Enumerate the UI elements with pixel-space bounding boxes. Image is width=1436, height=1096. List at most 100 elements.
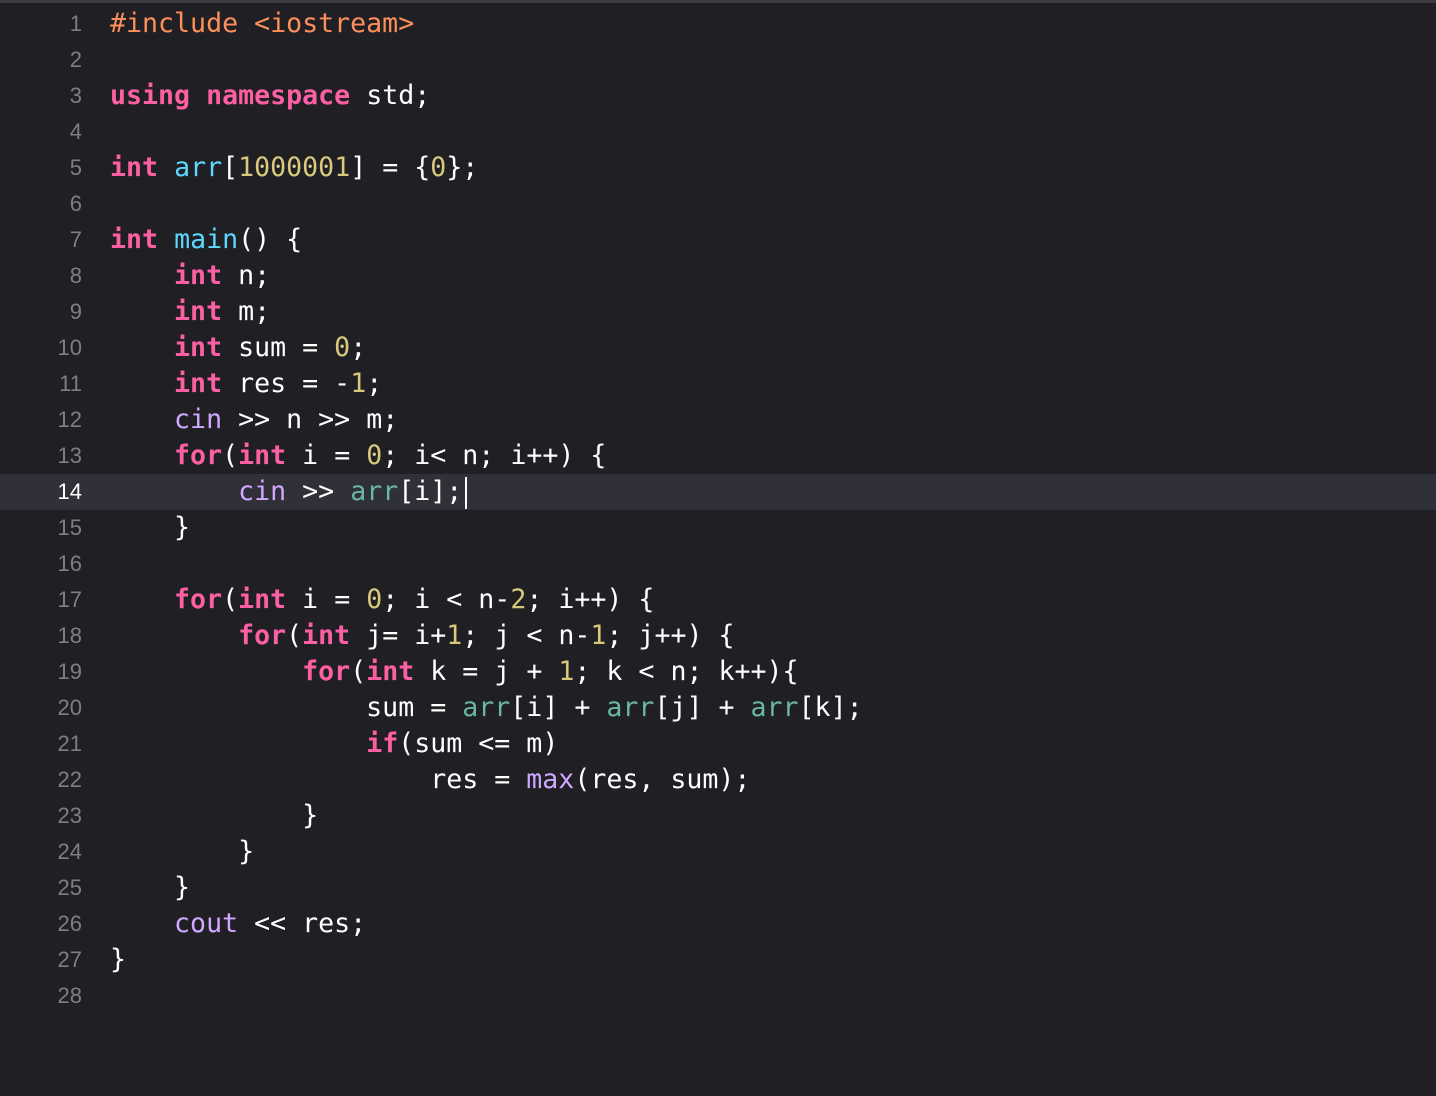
code-text[interactable]: int n; [110,258,270,294]
line-number: 4 [69,119,82,144]
code-line[interactable]: 19 for(int k = j + 1; k < n; k++){ [0,654,1436,690]
code-token: int [366,656,415,687]
code-text[interactable]: if(sum <= m) [110,726,558,762]
code-line[interactable]: 6 [0,186,1436,222]
code-text[interactable]: cin >> arr[i]; [110,474,468,510]
code-text[interactable]: int sum = 0; [110,330,366,366]
code-text[interactable]: } [110,942,126,978]
line-number: 2 [69,47,82,72]
code-text[interactable]: for(int i = 0; i < n-2; i++) { [110,582,654,618]
code-line[interactable]: 27} [0,942,1436,978]
code-token: (sum <= m) [398,728,559,759]
code-token: int [174,296,223,327]
code-token: int [110,224,159,255]
code-line[interactable]: 10 int sum = 0; [0,330,1436,366]
code-token: main [174,224,239,255]
code-line[interactable]: 21 if(sum <= m) [0,726,1436,762]
code-text[interactable]: for(int j= i+1; j < n-1; j++) { [110,618,734,654]
code-token: namespace [206,80,351,111]
code-text[interactable]: cin >> n >> m; [110,402,398,438]
code-token: [i] + [510,692,607,723]
code-token: k = j + [414,656,559,687]
line-number: 8 [69,263,82,288]
code-text[interactable]: #include <iostream> [110,6,414,42]
code-text[interactable]: using namespace std; [110,78,430,114]
code-text[interactable]: int arr[1000001] = {0}; [110,150,478,186]
code-token: res = - [222,368,351,399]
code-token: 1000001 [238,152,351,183]
code-token: int [302,620,351,651]
code-line[interactable]: 23 } [0,798,1436,834]
code-line-current[interactable]: 14 cin >> arr[i]; [0,474,1436,510]
code-text[interactable]: } [110,798,318,834]
line-number: 26 [57,911,82,936]
code-text[interactable]: int m; [110,294,270,330]
code-line[interactable]: 26 cout << res; [0,906,1436,942]
code-line[interactable]: 15 } [0,510,1436,546]
code-token: >> [286,476,351,507]
code-token: sum = [110,692,463,723]
code-token: int [174,260,223,291]
code-text[interactable]: res = max(res, sum); [110,762,750,798]
code-token: sum = [222,332,335,363]
code-token: ; i++) { [526,584,655,615]
line-number: 12 [57,407,82,432]
code-line[interactable]: 7 int main() { [0,222,1436,258]
code-token: int [238,584,287,615]
code-line[interactable]: 4 [0,114,1436,150]
code-token: }; [446,152,479,183]
code-token: [ [222,152,239,183]
code-token: arr [606,692,655,723]
code-token: 1 [446,620,463,651]
code-text[interactable]: int res = -1; [110,366,382,402]
code-line[interactable]: 3 using namespace std; [0,78,1436,114]
code-token: ; i < n- [382,584,511,615]
code-token: ; j < n- [462,620,591,651]
code-line[interactable]: 28 [0,978,1436,1014]
code-line[interactable]: 2 [0,42,1436,78]
code-line[interactable]: 11 int res = -1; [0,366,1436,402]
code-token: cin [174,404,223,435]
code-text[interactable]: } [110,834,254,870]
code-text[interactable]: } [110,510,190,546]
code-line[interactable]: 16 [0,546,1436,582]
code-token: } [110,872,191,903]
code-line[interactable]: 20 sum = arr[i] + arr[j] + arr[k]; [0,690,1436,726]
code-token: } [110,512,191,543]
code-line[interactable]: 17 for(int i = 0; i < n-2; i++) { [0,582,1436,618]
line-number: 27 [57,947,82,972]
code-editor[interactable]: 1 #include <iostream> 2 3 using namespace st… [0,0,1436,1096]
code-text[interactable]: for(int i = 0; i< n; i++) { [110,438,606,474]
code-text[interactable]: cout << res; [110,906,366,942]
code-token: ( [222,584,239,615]
code-line[interactable]: 18 for(int j= i+1; j < n-1; j++) { [0,618,1436,654]
code-line[interactable]: 1 #include <iostream> [0,6,1436,42]
code-line[interactable]: 9 int m; [0,294,1436,330]
code-line[interactable]: 5 int arr[1000001] = {0}; [0,150,1436,186]
code-token: } [110,800,319,831]
line-number: 28 [57,983,82,1008]
code-line[interactable]: 25 } [0,870,1436,906]
code-token: 0 [366,584,383,615]
code-token: for [302,656,351,687]
code-text[interactable]: for(int k = j + 1; k < n; k++){ [110,654,798,690]
code-line[interactable]: 12 cin >> n >> m; [0,402,1436,438]
code-text[interactable]: sum = arr[i] + arr[j] + arr[k]; [110,690,862,726]
code-line[interactable]: 22 res = max(res, sum); [0,762,1436,798]
code-text[interactable]: } [110,870,190,906]
code-token: m; [222,296,271,327]
code-line[interactable]: 13 for(int i = 0; i< n; i++) { [0,438,1436,474]
code-token: arr [174,152,223,183]
code-line[interactable]: 8 int n; [0,258,1436,294]
code-text[interactable]: int main() { [110,222,302,258]
code-token: ( [350,656,367,687]
code-token: i = [286,440,367,471]
code-token: i = [286,584,367,615]
code-token: using [110,80,191,111]
code-line[interactable]: 24 } [0,834,1436,870]
